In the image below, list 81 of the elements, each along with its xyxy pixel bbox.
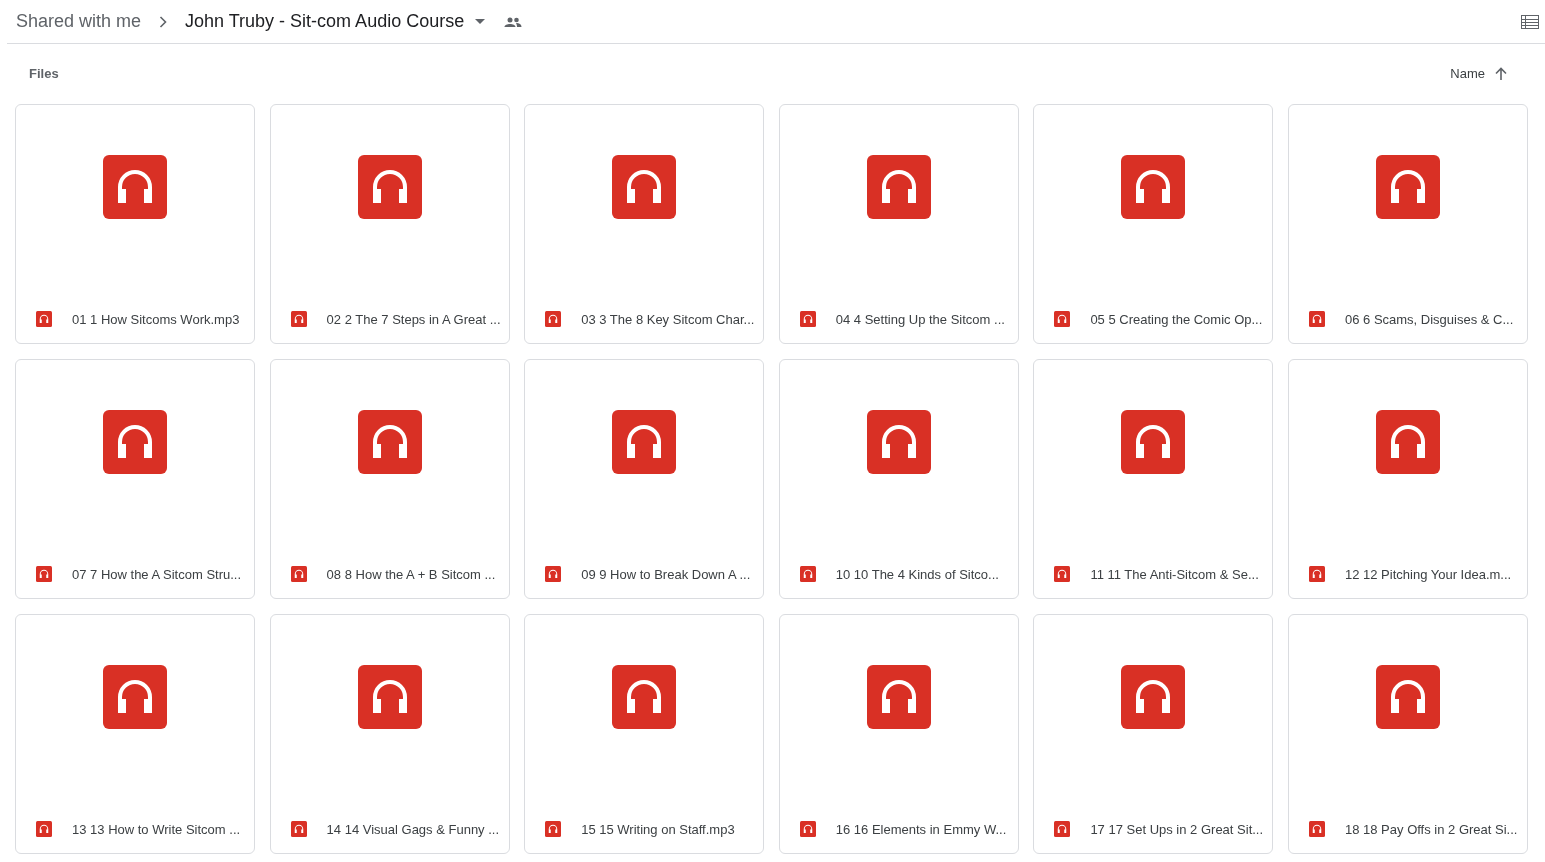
file-name: 14 14 Visual Gags & Funny ... [326, 821, 500, 837]
headphones-icon [1375, 410, 1440, 474]
headphones-icon [612, 665, 677, 729]
file-card[interactable]: 10 10 The 4 Kinds of Sitco... [778, 359, 1019, 599]
dropdown-caret-icon[interactable] [475, 19, 486, 24]
file-name: 09 9 How to Break Down A ... [581, 566, 751, 582]
headphones-icon [866, 665, 931, 729]
file-card[interactable]: 07 7 How the A Sitcom Stru... [15, 359, 255, 599]
audio-file-icon [545, 566, 562, 582]
file-card[interactable]: 12 12 Pitching Your Idea.m... [1287, 359, 1528, 599]
file-card[interactable]: 05 5 Creating the Comic Op... [1033, 104, 1274, 344]
file-card[interactable]: 15 15 Writing on Staff.mp3 [524, 614, 765, 854]
headphones-icon [103, 410, 167, 474]
file-name: 03 3 The 8 Key Sitcom Char... [581, 311, 755, 327]
file-card[interactable]: 11 11 The Anti-Sitcom & Se... [1033, 359, 1274, 599]
file-card[interactable]: 09 9 How to Break Down A ... [524, 359, 765, 599]
headphones-icon [357, 155, 422, 219]
file-name: 05 5 Creating the Comic Op... [1090, 311, 1263, 327]
file-name: 04 4 Setting Up the Sitcom ... [835, 311, 1005, 327]
audio-file-icon [799, 566, 816, 582]
breadcrumb-link[interactable]: Shared with me [16, 11, 142, 32]
file-name: 11 11 The Anti-Sitcom & Se... [1090, 566, 1259, 582]
headphones-icon [1375, 155, 1440, 219]
headphones-icon [1121, 665, 1186, 729]
audio-file-icon [36, 566, 52, 582]
file-name: 07 7 How the A Sitcom Stru... [72, 566, 242, 582]
audio-file-icon [545, 311, 562, 327]
breadcrumb-current[interactable]: John Truby - Sit-com Audio Course [185, 11, 465, 32]
headphones-icon [103, 155, 167, 219]
file-card[interactable]: 06 6 Scams, Disguises & C... [1287, 104, 1528, 344]
audio-file-icon [1308, 821, 1325, 837]
audio-file-icon [36, 311, 52, 327]
audio-file-icon [290, 311, 307, 327]
arrow-up-icon[interactable] [1495, 66, 1507, 80]
audio-file-icon [1054, 311, 1071, 327]
file-card[interactable]: 01 1 How Sitcoms Work.mp3 [15, 104, 255, 344]
people-icon[interactable] [504, 16, 523, 27]
file-card[interactable]: 02 2 The 7 Steps in A Great ... [269, 104, 510, 344]
audio-file-icon [799, 821, 816, 837]
audio-file-icon [290, 566, 307, 582]
file-name: 02 2 The 7 Steps in A Great ... [326, 311, 501, 327]
file-name: 18 18 Pay Offs in 2 Great Si... [1344, 821, 1518, 837]
headphones-icon [1121, 410, 1186, 474]
audio-file-icon [1054, 566, 1071, 582]
chevron-right-icon [159, 15, 168, 28]
headphones-icon [103, 665, 167, 729]
file-name: 17 17 Set Ups in 2 Great Sit... [1090, 821, 1264, 837]
file-name: 08 8 How the A + B Sitcom ... [326, 566, 496, 582]
list-view-icon[interactable] [1521, 14, 1539, 29]
audio-file-icon [1308, 311, 1325, 327]
audio-file-icon [545, 821, 562, 837]
headphones-icon [866, 410, 931, 474]
audio-file-icon [290, 821, 307, 837]
headphones-icon [1121, 155, 1186, 219]
section-title: Files [29, 65, 59, 81]
headphones-icon [357, 665, 422, 729]
file-name: 15 15 Writing on Staff.mp3 [581, 821, 735, 837]
headphones-icon [612, 410, 677, 474]
headphones-icon [612, 155, 677, 219]
file-name: 13 13 How to Write Sitcom ... [72, 821, 241, 837]
file-name: 12 12 Pitching Your Idea.m... [1344, 566, 1512, 582]
file-card[interactable]: 03 3 The 8 Key Sitcom Char... [524, 104, 765, 344]
sort-button[interactable]: Name [1450, 65, 1485, 81]
file-card[interactable]: 13 13 How to Write Sitcom ... [15, 614, 255, 854]
headphones-icon [866, 155, 931, 219]
file-card[interactable]: 14 14 Visual Gags & Funny ... [269, 614, 510, 854]
audio-file-icon [36, 821, 52, 837]
headphones-icon [357, 410, 422, 474]
file-card[interactable]: 17 17 Set Ups in 2 Great Sit... [1033, 614, 1274, 854]
file-card[interactable]: 18 18 Pay Offs in 2 Great Si... [1287, 614, 1528, 854]
file-card[interactable]: 16 16 Elements in Emmy W... [778, 614, 1019, 854]
audio-file-icon [1308, 566, 1325, 582]
file-name: 01 1 How Sitcoms Work.mp3 [72, 311, 240, 327]
audio-file-icon [1054, 821, 1071, 837]
file-card[interactable]: 04 4 Setting Up the Sitcom ... [778, 104, 1019, 344]
audio-file-icon [799, 311, 816, 327]
file-name: 06 6 Scams, Disguises & C... [1344, 311, 1514, 327]
file-name: 16 16 Elements in Emmy W... [835, 821, 1007, 837]
file-card[interactable]: 08 8 How the A + B Sitcom ... [269, 359, 510, 599]
headphones-icon [1375, 665, 1440, 729]
file-name: 10 10 The 4 Kinds of Sitco... [835, 566, 999, 582]
